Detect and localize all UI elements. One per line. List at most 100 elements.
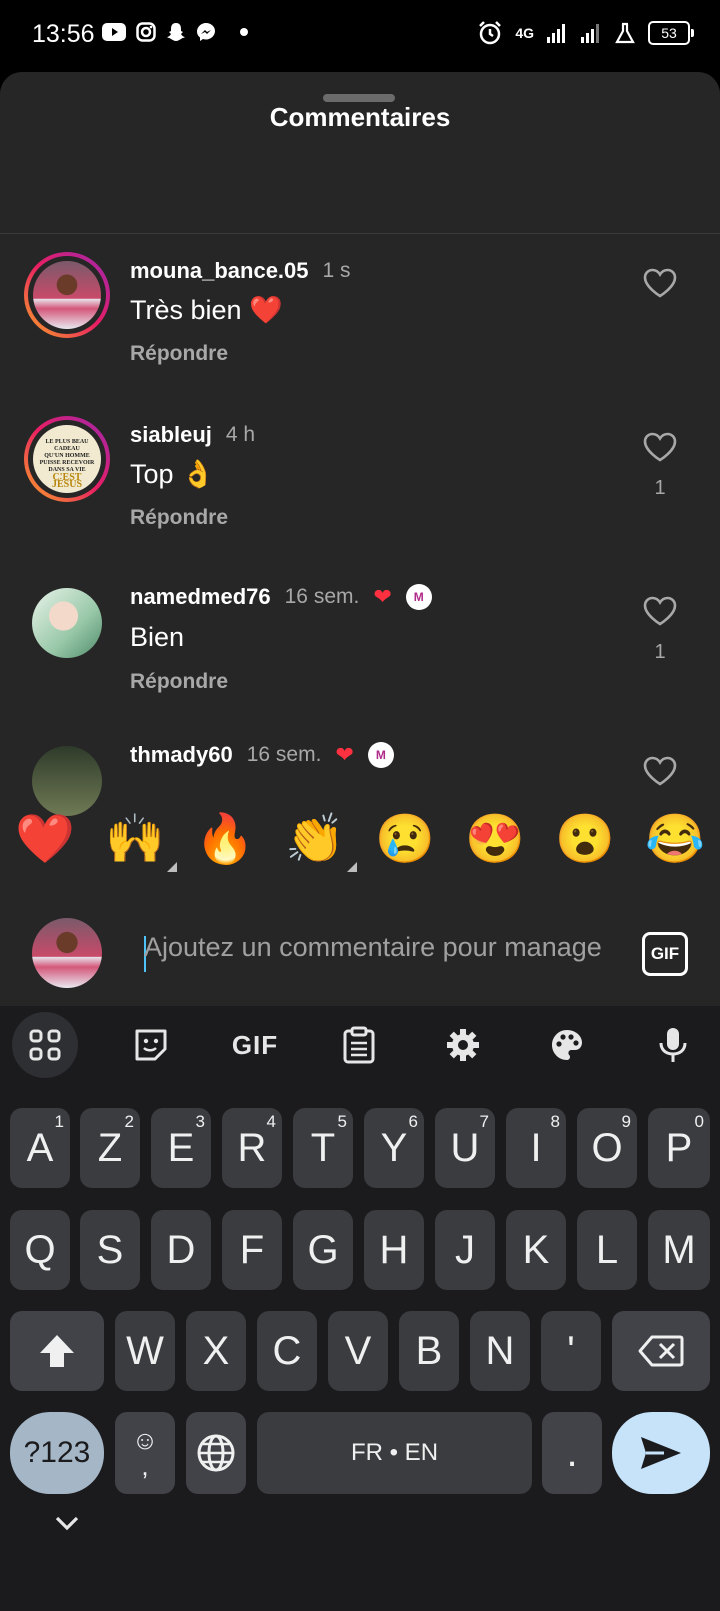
key-s[interactable]: S [80,1210,140,1290]
language-key[interactable] [186,1412,246,1494]
symbols-key[interactable]: ?123 [10,1412,104,1494]
status-time: 13:56 [32,20,95,48]
like-button[interactable] [640,756,680,791]
voice-input-button[interactable] [640,1012,706,1078]
key-d[interactable]: D [151,1210,211,1290]
key-apostrophe[interactable]: ' [541,1311,601,1391]
comment-username[interactable]: thmady60 [130,742,233,768]
like-button[interactable]: 1 [640,432,680,500]
skin-tone-indicator-icon [346,862,357,872]
key-t[interactable]: T5 [293,1108,353,1188]
clipboard-icon [343,1026,375,1064]
creator-liked-heart-icon: ❤ [373,584,392,609]
key-q[interactable]: Q [10,1210,70,1290]
like-button[interactable] [640,268,680,313]
key-p[interactable]: P0 [648,1108,710,1188]
reply-button[interactable]: Répondre [130,506,228,530]
key-z[interactable]: Z2 [80,1108,140,1188]
story-ring[interactable]: LE PLUS BEAU CADEAU QU'UN HOMME PUISSE R… [24,416,110,502]
comment-time: 16 sem. [246,743,322,766]
comment-item: namedmed76 16 sem. ❤ M Bien Répondre 1 [0,570,720,738]
shift-key[interactable] [10,1311,104,1391]
key-u[interactable]: U7 [435,1108,495,1188]
gif-button[interactable]: GIF [642,932,688,976]
key-row-3: W X C V B N ' [0,1311,720,1391]
comment-list[interactable]: mouna_bance.05 1 s Très bien ❤️ Répondre… [0,234,720,869]
system-icons: 4G 53 [477,20,694,46]
key-x[interactable]: X [186,1311,246,1391]
key-b[interactable]: B [399,1311,459,1391]
comment-username[interactable]: siableuj [130,422,212,448]
key-g[interactable]: G [293,1210,353,1290]
story-ring[interactable] [24,252,110,338]
send-key[interactable] [612,1412,710,1494]
youtube-icon [102,23,126,41]
emoji-laughing[interactable]: 😂 [645,812,705,868]
key-l[interactable]: L [577,1210,637,1290]
comment-text: Top 👌 [130,459,215,489]
key-y[interactable]: Y6 [364,1108,424,1188]
key-v[interactable]: V [328,1311,388,1391]
sticker-button[interactable] [118,1012,184,1078]
key-a[interactable]: A1 [10,1108,70,1188]
emoji-heart[interactable]: ❤️ [15,812,75,868]
key-c[interactable]: C [257,1311,317,1391]
key-e[interactable]: E3 [151,1108,211,1188]
key-row-4: ?123 ☺ , FR • EN . [0,1412,720,1496]
key-j[interactable]: J [435,1210,495,1290]
like-button[interactable]: 1 [640,596,680,664]
comment-text: Bien [130,622,185,652]
avatar[interactable] [32,746,102,816]
smiley-icon: ☺ [131,1425,159,1455]
emoji-raising-hands[interactable]: 🙌 [105,812,177,872]
skin-tone-indicator-icon [166,862,177,872]
keyboard [0,1006,720,1611]
avatar[interactable] [32,588,102,658]
instagram-icon [136,22,156,42]
comment-time: 16 sem. [284,585,360,608]
key-n[interactable]: N [470,1311,530,1391]
comment-input[interactable]: Ajoutez un commentaire pour manage [144,932,609,963]
emoji-fire[interactable]: 🔥 [195,812,255,868]
backspace-key[interactable] [612,1311,710,1391]
comment-username[interactable]: namedmed76 [130,584,271,610]
key-r[interactable]: R4 [222,1108,282,1188]
comment-username[interactable]: mouna_bance.05 [130,258,309,284]
clipboard-button[interactable] [326,1012,392,1078]
send-icon [641,1437,681,1469]
backspace-icon [638,1335,684,1367]
drag-handle[interactable] [323,94,395,102]
battery-icon: 53 [648,21,694,45]
keyboard-gif-button[interactable]: GIF [222,1012,288,1078]
creator-badge-icon: M [367,742,394,768]
reply-button[interactable]: Répondre [130,342,228,366]
creator-badge-icon: M [405,584,432,610]
sheet-title: Commentaires [269,102,451,132]
dot-icon [240,28,248,36]
heart-outline-icon [643,596,677,626]
emoji-clapping[interactable]: 👏 [285,812,357,872]
key-w[interactable]: W [115,1311,175,1391]
theme-button[interactable] [534,1012,600,1078]
key-row-2: Q S D F G H J K L M [0,1210,720,1290]
emoji-heart-eyes[interactable]: 😍 [465,812,525,868]
collapse-keyboard-button[interactable] [52,1508,82,1540]
avatar: LE PLUS BEAU CADEAU QU'UN HOMME PUISSE R… [33,425,101,493]
space-key[interactable]: FR • EN [257,1412,532,1494]
creator-liked-heart-icon: ❤ [335,742,354,767]
battery-level: 53 [661,25,677,41]
apps-grid-button[interactable] [12,1012,78,1078]
key-m[interactable]: M [648,1210,710,1290]
key-h[interactable]: H [364,1210,424,1290]
key-k[interactable]: K [506,1210,566,1290]
period-key[interactable]: . [542,1412,602,1494]
key-i[interactable]: I8 [506,1108,566,1188]
emoji-surprised[interactable]: 😮 [555,812,615,868]
keyboard-toolbar: GIF [0,1012,720,1082]
settings-button[interactable] [430,1012,496,1078]
emoji-key[interactable]: ☺ , [115,1412,175,1494]
key-o[interactable]: O9 [577,1108,637,1188]
reply-button[interactable]: Répondre [130,670,228,694]
key-f[interactable]: F [222,1210,282,1290]
emoji-crying[interactable]: 😢 [375,812,435,868]
